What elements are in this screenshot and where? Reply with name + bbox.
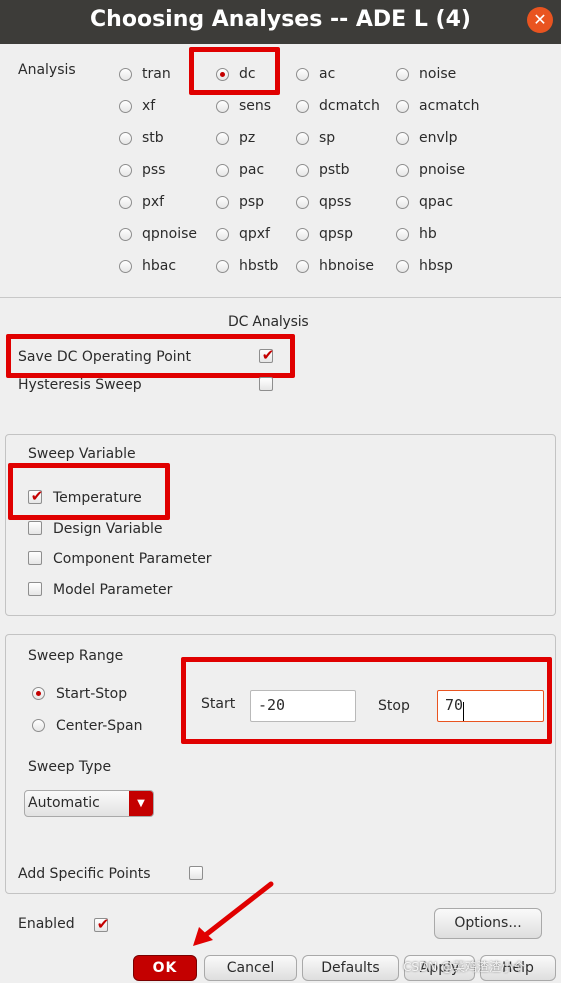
analysis-label-envlp: envlp — [419, 130, 458, 146]
temperature-highlight-box — [8, 463, 170, 520]
sweep-type-header: Sweep Type — [28, 759, 112, 775]
options-button[interactable]: Options... — [434, 908, 542, 939]
sweep-variable-header: Sweep Variable — [28, 446, 136, 462]
analysis-label-qpsp: qpsp — [319, 226, 353, 242]
hysteresis-label: Hysteresis Sweep — [18, 377, 142, 393]
analysis-radio-pss[interactable] — [119, 164, 132, 177]
analysis-label-hb: hb — [419, 226, 437, 242]
add-specific-points-label: Add Specific Points — [18, 866, 151, 882]
analysis-radio-tran[interactable] — [119, 68, 132, 81]
window-title: Choosing Analyses -- ADE L (4) — [90, 7, 471, 32]
sweep-type-value: Automatic — [28, 795, 100, 811]
analysis-label-pstb: pstb — [319, 162, 350, 178]
check-icon: ✔ — [96, 915, 110, 933]
cancel-button[interactable]: Cancel — [204, 955, 297, 981]
analysis-label-hbstb: hbstb — [239, 258, 279, 274]
red-arrow-annotation-icon — [193, 881, 274, 946]
separator — [0, 297, 561, 298]
close-icon[interactable]: ✕ — [527, 7, 553, 33]
sweep-range-header: Sweep Range — [28, 648, 124, 664]
analysis-radio-stb[interactable] — [119, 132, 132, 145]
analysis-label-ac: ac — [319, 66, 336, 82]
analysis-label-pnoise: pnoise — [419, 162, 466, 178]
analysis-radio-hbstb[interactable] — [216, 260, 229, 273]
analysis-radio-hbnoise[interactable] — [296, 260, 309, 273]
analysis-label-qpss: qpss — [319, 194, 352, 210]
save-dc-op-highlight-box — [6, 334, 295, 378]
start-stop-label: Start-Stop — [56, 686, 128, 702]
analysis-radio-hb[interactable] — [396, 228, 409, 241]
analysis-label-dcmatch: dcmatch — [319, 98, 380, 114]
analysis-radio-qpxf[interactable] — [216, 228, 229, 241]
model-parameter-label: Model Parameter — [53, 582, 173, 598]
hysteresis-checkbox[interactable] — [259, 377, 273, 391]
analysis-label-pac: pac — [239, 162, 265, 178]
analysis-radio-qpac[interactable] — [396, 196, 409, 209]
analysis-label-qpxf: qpxf — [239, 226, 270, 242]
analysis-radio-envlp[interactable] — [396, 132, 409, 145]
enabled-label: Enabled — [18, 916, 75, 932]
analysis-radio-pz[interactable] — [216, 132, 229, 145]
analysis-label-xf: xf — [142, 98, 156, 114]
dc-analysis-header: DC Analysis — [228, 314, 309, 330]
design-variable-checkbox[interactable] — [28, 521, 42, 535]
analysis-radio-psp[interactable] — [216, 196, 229, 209]
analysis-label-acmatch: acmatch — [419, 98, 480, 114]
analysis-radio-pnoise[interactable] — [396, 164, 409, 177]
component-parameter-checkbox[interactable] — [28, 551, 42, 565]
analysis-radio-dcmatch[interactable] — [296, 100, 309, 113]
center-span-label: Center-Span — [56, 718, 143, 734]
analysis-radio-qpsp[interactable] — [296, 228, 309, 241]
analysis-label-pxf: pxf — [142, 194, 165, 210]
sweep-type-dropdown[interactable]: Automatic ▼ — [24, 790, 154, 817]
analysis-label-qpac: qpac — [419, 194, 454, 210]
model-parameter-checkbox[interactable] — [28, 582, 42, 596]
analysis-label-tran: tran — [142, 66, 171, 82]
analysis-label-qpnoise: qpnoise — [142, 226, 198, 242]
analysis-radio-pac[interactable] — [216, 164, 229, 177]
analysis-label: Analysis — [18, 62, 76, 78]
analysis-radio-pstb[interactable] — [296, 164, 309, 177]
start-stop-radio[interactable] — [32, 687, 45, 700]
analysis-label-hbsp: hbsp — [419, 258, 453, 274]
design-variable-label: Design Variable — [53, 521, 163, 537]
defaults-button[interactable]: Defaults — [302, 955, 399, 981]
analysis-label-stb: stb — [142, 130, 164, 146]
analysis-label-hbac: hbac — [142, 258, 177, 274]
analysis-radio-sens[interactable] — [216, 100, 229, 113]
analysis-label-pss: pss — [142, 162, 166, 178]
analysis-radio-acmatch[interactable] — [396, 100, 409, 113]
watermark: CSDN @菜鸡渣渣小个 — [403, 960, 526, 974]
start-stop-highlight-box — [181, 657, 552, 744]
analysis-radio-noise[interactable] — [396, 68, 409, 81]
analysis-radio-hbsp[interactable] — [396, 260, 409, 273]
analysis-label-psp: psp — [239, 194, 265, 210]
analysis-radio-sp[interactable] — [296, 132, 309, 145]
enabled-checkbox[interactable]: ✔ — [94, 915, 110, 933]
analysis-radio-xf[interactable] — [119, 100, 132, 113]
analysis-label-sp: sp — [319, 130, 336, 146]
chevron-down-icon: ▼ — [129, 791, 153, 816]
analysis-label-hbnoise: hbnoise — [319, 258, 374, 274]
analysis-label-sens: sens — [239, 98, 272, 114]
analysis-radio-pxf[interactable] — [119, 196, 132, 209]
analysis-radio-hbac[interactable] — [119, 260, 132, 273]
center-span-radio[interactable] — [32, 719, 45, 732]
dc-highlight-box — [189, 47, 280, 95]
analysis-radio-qpss[interactable] — [296, 196, 309, 209]
component-parameter-label: Component Parameter — [53, 551, 212, 567]
analysis-label-pz: pz — [239, 130, 256, 146]
analysis-radio-ac[interactable] — [296, 68, 309, 81]
analysis-label-noise: noise — [419, 66, 457, 82]
ok-button[interactable]: OK — [133, 955, 197, 981]
analysis-radio-qpnoise[interactable] — [119, 228, 132, 241]
